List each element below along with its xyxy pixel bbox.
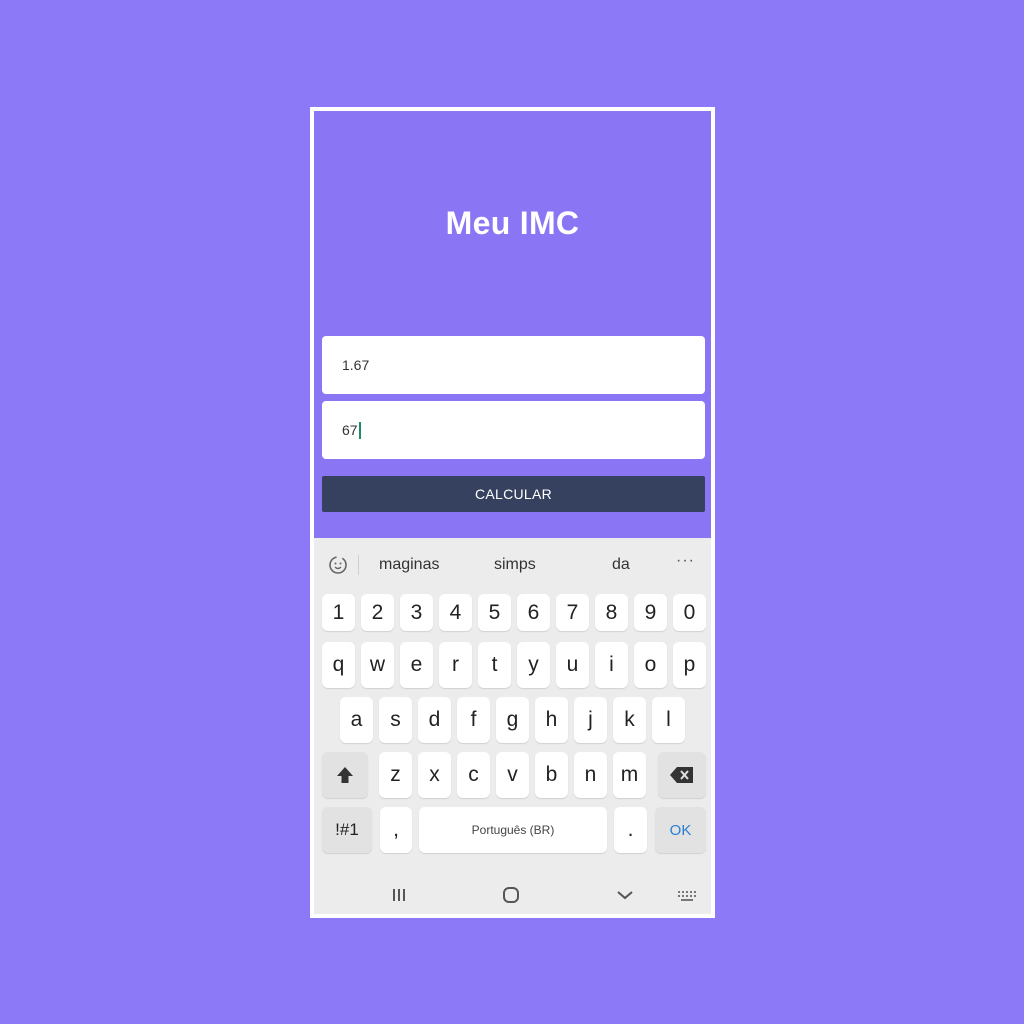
key-g[interactable]: g [496, 697, 529, 743]
key-0[interactable]: 0 [673, 594, 706, 631]
backspace-key[interactable] [658, 752, 706, 798]
key-u[interactable]: u [556, 642, 589, 688]
phone-frame: Meu IMC 1.67 67 CALCULAR maginas simps d… [310, 107, 715, 918]
back-chevron-icon[interactable] [615, 886, 635, 904]
key-4[interactable]: 4 [439, 594, 472, 631]
suggestion-divider [358, 555, 359, 575]
expression-icon[interactable] [326, 553, 350, 577]
text-cursor [358, 421, 361, 439]
recents-icon[interactable] [390, 886, 408, 904]
shift-key[interactable] [322, 752, 368, 798]
suggestion-1[interactable]: maginas [379, 556, 439, 574]
space-key[interactable]: Português (BR) [419, 807, 607, 853]
weight-value: 67 [342, 422, 358, 438]
key-8[interactable]: 8 [595, 594, 628, 631]
backspace-icon [670, 767, 693, 783]
key-h[interactable]: h [535, 697, 568, 743]
key-q[interactable]: q [322, 642, 355, 688]
key-9[interactable]: 9 [634, 594, 667, 631]
comma-key[interactable]: , [380, 807, 412, 853]
key-7[interactable]: 7 [556, 594, 589, 631]
key-l[interactable]: l [652, 697, 685, 743]
key-b[interactable]: b [535, 752, 568, 798]
height-input[interactable]: 1.67 [322, 336, 705, 394]
key-v[interactable]: v [496, 752, 529, 798]
key-x[interactable]: x [418, 752, 451, 798]
key-w[interactable]: w [361, 642, 394, 688]
key-3[interactable]: 3 [400, 594, 433, 631]
key-i[interactable]: i [595, 642, 628, 688]
height-value: 1.67 [342, 357, 370, 373]
app-screen: Meu IMC 1.67 67 CALCULAR maginas simps d… [314, 111, 711, 914]
suggestion-2[interactable]: simps [494, 556, 536, 574]
key-n[interactable]: n [574, 752, 607, 798]
key-r[interactable]: r [439, 642, 472, 688]
key-k[interactable]: k [613, 697, 646, 743]
key-6[interactable]: 6 [517, 594, 550, 631]
key-a[interactable]: a [340, 697, 373, 743]
key-c[interactable]: c [457, 752, 490, 798]
key-d[interactable]: d [418, 697, 451, 743]
app-title: Meu IMC [445, 205, 580, 241]
key-p[interactable]: p [673, 642, 706, 688]
more-options-icon[interactable]: ··· [676, 552, 695, 570]
symbols-key[interactable]: !#1 [322, 807, 372, 853]
key-t[interactable]: t [478, 642, 511, 688]
key-j[interactable]: j [574, 697, 607, 743]
key-f[interactable]: f [457, 697, 490, 743]
calculate-button[interactable]: CALCULAR [322, 476, 705, 512]
key-e[interactable]: e [400, 642, 433, 688]
home-icon[interactable] [501, 886, 521, 904]
weight-input[interactable]: 67 [322, 401, 705, 459]
key-y[interactable]: y [517, 642, 550, 688]
period-key[interactable]: . [614, 807, 647, 853]
suggestion-3[interactable]: da [612, 556, 630, 574]
key-o[interactable]: o [634, 642, 667, 688]
ok-key[interactable]: OK [655, 807, 706, 853]
shift-arrow-icon [337, 767, 353, 783]
soft-keyboard: maginas simps da ··· 1 2 3 4 5 6 7 8 9 0… [314, 538, 711, 914]
key-1[interactable]: 1 [322, 594, 355, 631]
key-m[interactable]: m [613, 752, 646, 798]
key-5[interactable]: 5 [478, 594, 511, 631]
key-2[interactable]: 2 [361, 594, 394, 631]
key-s[interactable]: s [379, 697, 412, 743]
navigation-bar [314, 876, 711, 914]
suggestion-bar: maginas simps da ··· [314, 538, 711, 592]
key-z[interactable]: z [379, 752, 412, 798]
keyboard-icon[interactable] [676, 886, 698, 904]
